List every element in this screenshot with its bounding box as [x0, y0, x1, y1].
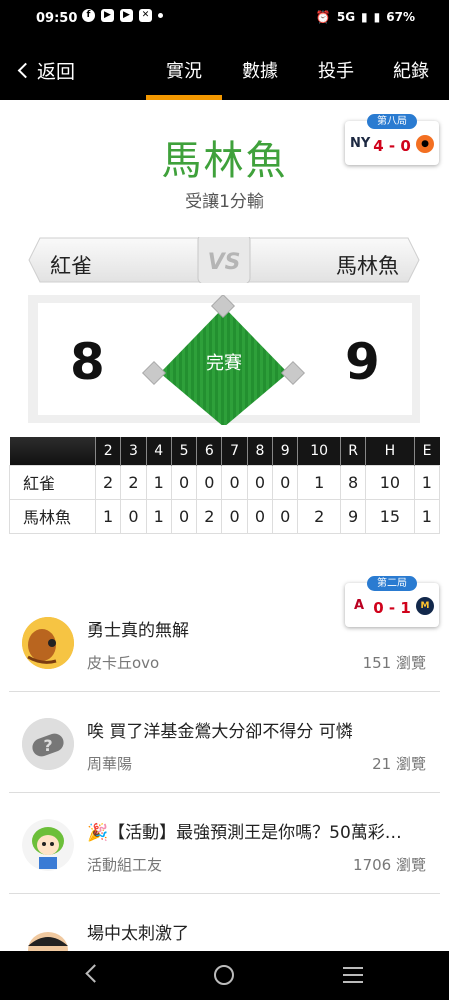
cell: 8	[339, 464, 367, 500]
col-header: 6	[196, 437, 222, 465]
cell: 10	[365, 464, 415, 500]
cell: 1	[145, 464, 172, 500]
cell: 0	[272, 498, 299, 534]
col-header: 2	[94, 437, 121, 465]
cell: 2	[120, 464, 147, 500]
post-views: 151 瀏覽	[362, 654, 426, 672]
cell: 0	[246, 498, 274, 534]
battery-level: 67%	[386, 10, 415, 24]
game-status: 完賽	[206, 353, 242, 374]
chevron-left-icon	[17, 62, 34, 79]
list-item[interactable]: ? 唉 買了洋基金鶯大分卻不得分 可憐 周華陽 21 瀏覽	[9, 693, 440, 793]
table-row: 紅雀 2 2 1 0 0 0 0 0 1 8 10 1	[9, 464, 441, 500]
top-nav: 返回 實況 數據 投手 紀錄	[0, 38, 449, 100]
back-label: 返回	[37, 61, 76, 83]
x-app-icon: ✕	[139, 9, 152, 22]
post-author: 活動組工友	[87, 856, 163, 874]
svg-text:?: ?	[43, 736, 52, 755]
cell: 1	[413, 498, 441, 534]
row-team-name: 紅雀	[9, 464, 96, 500]
box-score-table: 2 3 4 5 6 7 8 9 10 R H E 紅雀 2 2 1 0 0 0 …	[9, 437, 441, 534]
youtube-icon: ▶	[101, 9, 114, 22]
table-row: 馬林魚 1 0 1 0 2 0 0 0 2 9 15 1	[9, 498, 441, 534]
more-notifications-icon	[158, 13, 163, 18]
cell: 15	[365, 498, 415, 534]
post-title: 🎉【活動】最強預測王是你嗎？50萬彩…	[87, 823, 402, 843]
col-header: R	[339, 437, 366, 465]
recents-nav-icon[interactable]	[343, 967, 363, 983]
home-nav-icon[interactable]	[214, 965, 234, 985]
status-time: 09:50	[36, 11, 78, 26]
vs-emblem: VS	[208, 250, 241, 275]
col-header: 3	[120, 437, 147, 465]
orioles-logo-icon: ●	[416, 135, 434, 153]
tab-pitchers[interactable]: 投手	[318, 57, 354, 100]
cell: 2	[297, 498, 341, 534]
network-indicator: 5G	[336, 10, 356, 24]
cell: 0	[170, 464, 198, 500]
cell: 0	[196, 464, 223, 500]
system-icons: ⏰ 5G ▮ ▮ 67%	[316, 10, 415, 24]
cell: 0	[120, 498, 147, 534]
tab-stats[interactable]: 數據	[242, 57, 278, 100]
post-author: 皮卡丘ovo	[87, 654, 160, 672]
post-views: 1706 瀏覽	[353, 856, 426, 874]
cell: 0	[272, 464, 299, 500]
bet-result: 受讓1分輸	[185, 192, 264, 212]
row-team-name: 馬林魚	[9, 498, 96, 534]
tab-live[interactable]: 實況	[146, 57, 222, 100]
cell: 1	[297, 464, 341, 500]
post-views: 21 瀏覽	[372, 755, 426, 773]
list-item[interactable]: 🎉【活動】最強預測王是你嗎？50萬彩… 活動組工友 1706 瀏覽	[9, 794, 440, 894]
signal-icon: ▮	[361, 10, 368, 24]
cell: 2	[196, 498, 223, 534]
away-score: 8	[70, 333, 105, 391]
col-header: 4	[145, 437, 172, 465]
post-author: 周華陽	[87, 755, 133, 773]
list-item[interactable]: 勇士真的無解 皮卡丘ovo 151 瀏覽	[9, 592, 440, 692]
inning-badge: 第八局	[367, 114, 417, 129]
live-score-widget[interactable]: 第八局 NY 4 - 0 ●	[345, 114, 439, 165]
facebook-icon: f	[82, 9, 95, 22]
notification-icons: f ▶ ▶ ✕	[82, 9, 163, 22]
col-header: 7	[221, 437, 248, 465]
staff-avatar-icon	[22, 819, 74, 871]
cell: 2	[94, 464, 122, 500]
cell: 0	[170, 498, 198, 534]
cell: 0	[246, 464, 274, 500]
cell: 1	[145, 498, 172, 534]
post-title: 場中太刺激了	[87, 924, 189, 944]
col-header: 10	[297, 437, 341, 465]
col-header: 8	[246, 437, 273, 465]
cell: 0	[221, 498, 248, 534]
default-avatar-icon: ?	[22, 718, 74, 770]
battery-icon: ▮	[373, 10, 381, 24]
col-header: 5	[170, 437, 197, 465]
post-title: 勇士真的無解	[87, 621, 189, 641]
cell: 0	[221, 464, 248, 500]
alarm-icon: ⏰	[315, 10, 331, 24]
pikachu-avatar-icon	[22, 617, 74, 669]
back-button[interactable]: 返回	[17, 57, 76, 84]
home-score: 9	[345, 333, 380, 391]
header-corner	[9, 437, 96, 465]
cell: 1	[94, 498, 122, 534]
tab-records[interactable]: 紀錄	[393, 57, 429, 100]
away-team-name: 紅雀	[50, 254, 92, 278]
back-nav-icon[interactable]	[85, 964, 104, 983]
col-header: E	[413, 437, 440, 465]
post-title: 唉 買了洋基金鶯大分卻不得分 可憐	[87, 722, 353, 742]
youtube-icon: ▶	[120, 9, 133, 22]
home-team-name: 馬林魚	[336, 254, 399, 278]
col-header: 9	[272, 437, 298, 465]
cell: 9	[339, 498, 367, 534]
system-nav-bar	[0, 951, 449, 1000]
box-score-header: 2 3 4 5 6 7 8 9 10 R H E	[9, 437, 440, 465]
status-bar: 09:50 f ▶ ▶ ✕ ⏰ 5G ▮ ▮ 67%	[0, 0, 449, 38]
cell: 1	[413, 464, 441, 500]
col-header: H	[365, 437, 415, 465]
inning-badge: 第二局	[367, 576, 417, 591]
